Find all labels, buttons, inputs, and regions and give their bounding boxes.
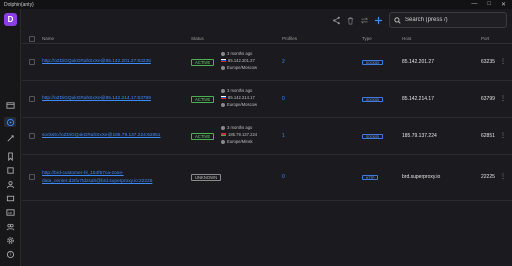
title-bar: Dolphin{anty} — □ ✕ [0,0,512,9]
row-checkbox[interactable] [29,174,35,180]
extensions-icon[interactable] [4,165,16,175]
status-badge: ACTIVE [191,96,215,103]
table-header: Name Status Profiles Type Host Port [22,34,512,44]
checked-ago: 3 months ago [227,125,253,130]
belarus-flag-icon [221,132,226,137]
more-actions-icon[interactable]: ⋮ [500,58,506,65]
globe-icon [221,139,225,144]
proxy-check-info: 3 months ago 85.142.201.27 Europe/Moscow [221,50,257,71]
port: 22225 [481,174,495,180]
checked-ago: 3 months ago [227,88,253,93]
column-header-status[interactable]: Status [191,36,204,41]
row-checkbox[interactable] [29,96,35,102]
close-button[interactable]: ✕ [501,1,506,8]
search-input[interactable] [405,17,505,23]
proxy-name-link[interactable]: http://oZDiGQukGRahSxXe@85.142.214.17:63… [42,96,151,101]
proxy-icon[interactable] [4,117,16,127]
profiles-count[interactable]: 0 [282,174,285,180]
russia-flag-icon [221,95,226,100]
column-header-profiles[interactable]: Profiles [282,36,297,41]
status-badge: ACTIVE [191,59,215,66]
help-icon[interactable]: ? [4,249,16,259]
port: 63235 [481,59,495,65]
app-window: Dolphin{anty} — □ ✕ D API ? Search (pres… [0,0,512,266]
type-badge: SOCKS5 [362,60,383,65]
column-header-host[interactable]: Host [402,36,411,41]
checked-ago: 3 months ago [227,51,253,56]
app-logo[interactable]: D [4,13,17,26]
users-icon[interactable] [4,179,16,189]
clock-icon [221,125,225,130]
type-badge: SOCKS5 [362,134,383,139]
wallet-icon[interactable] [4,193,16,203]
profiles-count[interactable]: 1 [282,133,285,139]
type-badge: HTTP [362,175,379,180]
search-box[interactable] [389,12,507,28]
add-proxy-icon[interactable] [374,16,383,25]
maximize-button[interactable]: □ [487,1,491,8]
proxy-check-info: 3 months ago 185.79.137.224 Europe/Minsk [221,124,257,145]
more-actions-icon[interactable]: ⋮ [500,132,506,139]
row-checkbox[interactable] [29,133,35,139]
column-header-name[interactable]: Name [42,36,54,41]
row-checkbox[interactable] [29,59,35,65]
proxy-name-link[interactable]: http://oZDiGQukGRahSxXe@85.142.201.27:63… [42,59,151,64]
table-row[interactable]: http://brd-customer-hl_154f57ca-zone-dat… [22,155,512,201]
clock-icon [221,51,225,56]
status-badge: UNKNOWN [191,174,222,181]
svg-text:API: API [7,210,11,214]
profiles-count[interactable]: 0 [282,96,285,102]
proxy-name-link[interactable]: socks5://oZDiGQukGRahSxXe@185.79.137.224… [42,133,160,138]
globe-icon [221,102,225,107]
proxy-check-info: 3 months ago 85.142.214.17 Europe/Moscow [221,87,257,108]
search-icon [394,16,401,24]
trash-icon[interactable] [346,16,355,25]
sidebar: D API ? [0,9,21,266]
host: 85.142.214.17 [402,96,434,102]
ip-address: 85.142.214.17 [228,95,255,100]
proxy-name-link[interactable]: http://brd-customer-hl_154f57ca-zone-dat… [42,170,202,186]
column-header-type[interactable]: Type [362,36,372,41]
globe-icon [221,65,225,70]
table-row[interactable]: http://oZDiGQukGRahSxXe@85.142.201.27:63… [22,44,512,81]
timezone: Europe/Minsk [227,139,253,144]
swap-icon[interactable] [360,16,369,25]
column-header-port[interactable]: Port [481,36,489,41]
clock-icon [221,88,225,93]
share-icon[interactable] [332,16,341,25]
bookmark-icon[interactable] [4,151,16,161]
timezone: Europe/Moscow [227,65,258,70]
window-controls: — □ ✕ [471,1,512,8]
russia-flag-icon [221,58,226,63]
more-actions-icon[interactable]: ⋮ [500,95,506,102]
more-actions-icon[interactable]: ⋮ [500,173,506,180]
port: 62851 [481,133,495,139]
ip-address: 185.79.137.224 [228,132,258,137]
timezone: Europe/Moscow [227,102,258,107]
proxy-table: Name Status Profiles Type Host Port http… [22,34,512,201]
host: 85.142.201.27 [402,59,434,65]
host: brd.superproxy.io [402,174,441,180]
host: 185.79.137.224 [402,133,437,139]
automation-icon[interactable] [4,133,16,143]
settings-icon[interactable] [4,235,16,245]
browser-profiles-icon[interactable] [4,100,16,110]
ip-address: 85.142.201.27 [228,58,255,63]
proxy-list-panel: Name Status Profiles Type Host Port http… [22,9,512,266]
profiles-count[interactable]: 2 [282,59,285,65]
port: 63799 [481,96,495,102]
status-badge: ACTIVE [191,133,215,140]
window-title: Dolphin{anty} [4,1,34,8]
type-badge: SOCKS5 [362,97,383,102]
svg-text:?: ? [9,252,11,257]
minimize-button[interactable]: — [471,1,477,8]
table-row[interactable]: http://oZDiGQukGRahSxXe@85.142.214.17:63… [22,81,512,118]
team-icon[interactable] [4,221,16,231]
select-all-checkbox[interactable] [29,36,35,42]
api-icon[interactable]: API [4,207,16,217]
toolbar [22,9,512,32]
table-row[interactable]: socks5://oZDiGQukGRahSxXe@185.79.137.224… [22,118,512,155]
